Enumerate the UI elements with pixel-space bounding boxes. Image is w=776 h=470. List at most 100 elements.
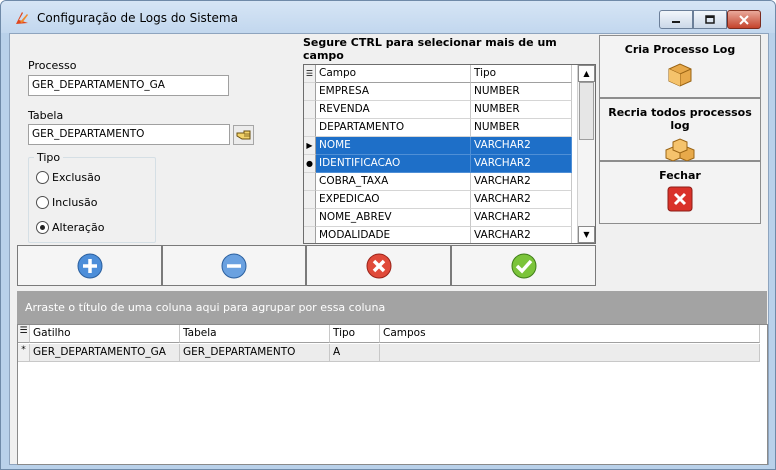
tabela-field[interactable]: GER_DEPARTAMENTO — [28, 124, 230, 145]
confirm-icon — [511, 253, 536, 278]
vertical-scrollbar[interactable]: ▲ ▼ — [577, 65, 595, 243]
window-title: Configuração de Logs do Sistema — [37, 11, 238, 25]
table-row[interactable]: * GER_DEPARTAMENTO_GA GER_DEPARTAMENTO A — [18, 344, 767, 362]
column-header-campos[interactable]: Campos — [380, 325, 760, 343]
fields-hint: Segure CTRL para selecionar mais de um c… — [303, 36, 557, 62]
cria-processo-log-button[interactable]: Cria Processo Log — [599, 35, 761, 98]
cell-tipo[interactable]: VARCHAR2 — [471, 155, 572, 173]
cell-campo[interactable]: NOME_ABREV — [316, 209, 471, 227]
cell-tipo[interactable]: VARCHAR2 — [471, 137, 572, 155]
cell-campo[interactable]: IDENTIFICACAO — [316, 155, 471, 173]
cell-tipo[interactable]: VARCHAR2 — [471, 191, 572, 209]
column-chooser-icon[interactable]: ☰ — [304, 65, 316, 83]
confirm-button[interactable] — [451, 245, 596, 286]
maximize-button[interactable] — [693, 10, 727, 29]
add-icon — [77, 253, 102, 278]
cell-campo[interactable]: EMPRESA — [316, 83, 471, 101]
cell-tipo[interactable]: NUMBER — [471, 119, 572, 137]
new-row-asterisk-icon: * — [18, 344, 30, 362]
close-button[interactable] — [727, 10, 761, 29]
radio-label: Exclusão — [52, 171, 101, 184]
cell-campo[interactable]: NOME — [316, 137, 471, 155]
radio-circle-selected[interactable] — [36, 221, 49, 234]
row-indicator — [304, 101, 316, 119]
cell-campo[interactable]: EXPEDICAO — [316, 191, 471, 209]
cria-button-label: Cria Processo Log — [624, 43, 736, 56]
row-indicator — [304, 227, 316, 243]
selected-row-dot-icon: ● — [304, 155, 316, 173]
cell-campo[interactable]: MODALIDADE — [316, 227, 471, 243]
cell-tipo[interactable]: VARCHAR2 — [471, 227, 572, 243]
table-row[interactable]: REVENDA NUMBER — [304, 101, 579, 119]
table-row[interactable]: MODALIDADE VARCHAR2 — [304, 227, 579, 243]
cancel-button[interactable] — [306, 245, 451, 286]
table-row[interactable]: EMPRESA NUMBER — [304, 83, 579, 101]
minimize-icon — [672, 20, 680, 23]
column-header-campo[interactable]: Campo — [316, 65, 471, 83]
table-row[interactable]: COBRA_TAXA VARCHAR2 — [304, 173, 579, 191]
table-row-selected[interactable]: ▶ NOME VARCHAR2 — [304, 137, 579, 155]
scroll-down-button[interactable]: ▼ — [578, 226, 595, 243]
table-row[interactable]: DEPARTAMENTO NUMBER — [304, 119, 579, 137]
cell-tipo[interactable]: VARCHAR2 — [471, 173, 572, 191]
scroll-thumb[interactable] — [579, 82, 594, 140]
app-logo-icon — [16, 12, 28, 24]
group-by-area[interactable]: Arraste o título de uma coluna aqui para… — [17, 291, 767, 324]
column-chooser-icon[interactable]: ☰ — [18, 325, 30, 343]
fields-grid[interactable]: ☰ Campo Tipo EMPRESA NUMBER REVENDA NUMB… — [303, 64, 596, 244]
cell-campo[interactable]: COBRA_TAXA — [316, 173, 471, 191]
cell-campos[interactable] — [380, 344, 760, 362]
row-indicator — [304, 119, 316, 137]
fechar-button-label: Fechar — [659, 169, 701, 182]
column-header-tipo[interactable]: Tipo — [471, 65, 572, 83]
recria-button-label: Recria todos processos log — [608, 106, 752, 132]
title-bar[interactable]: Configuração de Logs do Sistema — [1, 1, 775, 33]
triggers-header-row: ☰ Gatilho Tabela Tipo Campos — [18, 325, 767, 343]
cell-tipo[interactable]: A — [330, 344, 380, 362]
table-row[interactable]: EXPEDICAO VARCHAR2 — [304, 191, 579, 209]
cell-tipo[interactable]: NUMBER — [471, 101, 572, 119]
table-row[interactable]: NOME_ABREV VARCHAR2 — [304, 209, 579, 227]
radio-inclusao[interactable]: Inclusão — [36, 196, 98, 209]
current-row-arrow-icon: ▶ — [304, 137, 316, 155]
remove-button[interactable] — [162, 245, 306, 286]
arrow-up-icon: ▲ — [583, 69, 590, 78]
radio-circle[interactable] — [36, 171, 49, 184]
radio-alteracao[interactable]: Alteração — [36, 221, 104, 234]
cell-campo[interactable]: DEPARTAMENTO — [316, 119, 471, 137]
radio-label: Inclusão — [52, 196, 98, 209]
pointing-hand-icon — [236, 130, 251, 140]
client-area: Processo GER_DEPARTAMENTO_GA Tabela GER_… — [9, 33, 769, 465]
minimize-button[interactable] — [659, 10, 693, 29]
radio-label: Alteração — [52, 221, 105, 234]
table-picker-button[interactable] — [233, 125, 254, 145]
fechar-button[interactable]: Fechar — [599, 161, 761, 224]
processo-field[interactable]: GER_DEPARTAMENTO_GA — [28, 75, 229, 96]
row-indicator — [304, 83, 316, 101]
radio-circle[interactable] — [36, 196, 49, 209]
radio-exclusao[interactable]: Exclusão — [36, 171, 101, 184]
main-window: Configuração de Logs do Sistema Processo… — [0, 0, 776, 470]
row-indicator — [304, 191, 316, 209]
remove-icon — [221, 253, 247, 278]
tipo-group-label: Tipo — [34, 151, 64, 164]
table-row-selected[interactable]: ● IDENTIFICACAO VARCHAR2 — [304, 155, 579, 173]
arrow-down-icon: ▼ — [583, 230, 590, 239]
column-header-tipo[interactable]: Tipo — [330, 325, 380, 343]
cell-tipo[interactable]: NUMBER — [471, 83, 572, 101]
column-header-tabela[interactable]: Tabela — [180, 325, 330, 343]
cell-gatilho[interactable]: GER_DEPARTAMENTO_GA — [30, 344, 180, 362]
cell-campo[interactable]: REVENDA — [316, 101, 471, 119]
package-icon — [668, 63, 692, 87]
row-indicator — [304, 173, 316, 191]
cancel-icon — [366, 253, 391, 278]
column-header-gatilho[interactable]: Gatilho — [30, 325, 180, 343]
recria-processos-button[interactable]: Recria todos processos log — [599, 98, 761, 162]
cell-tabela[interactable]: GER_DEPARTAMENTO — [180, 344, 330, 362]
add-button[interactable] — [17, 245, 162, 286]
scroll-up-button[interactable]: ▲ — [578, 65, 595, 82]
processo-label: Processo — [28, 59, 77, 72]
row-indicator — [304, 209, 316, 227]
cell-tipo[interactable]: VARCHAR2 — [471, 209, 572, 227]
triggers-grid[interactable]: ☰ Gatilho Tabela Tipo Campos * GER_DEPAR… — [17, 324, 768, 465]
